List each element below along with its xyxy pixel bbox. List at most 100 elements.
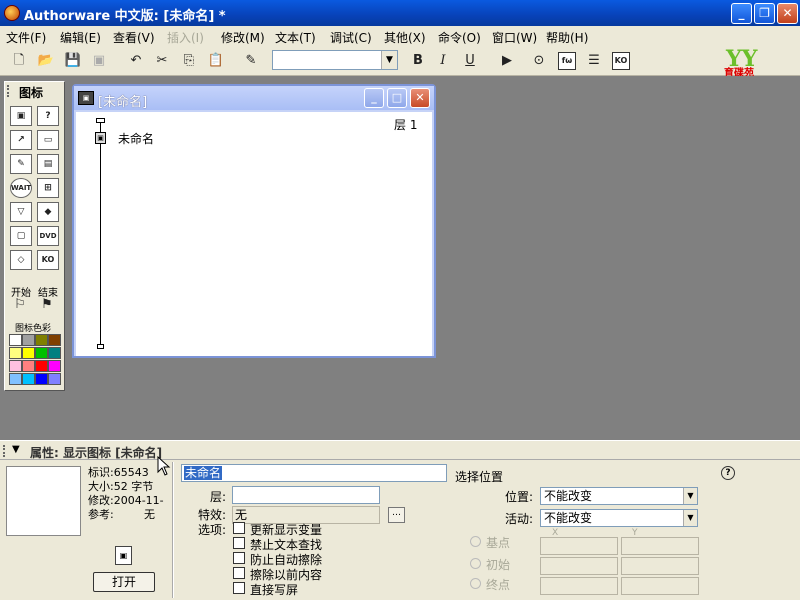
erase-previous-checkbox[interactable] <box>233 567 245 579</box>
flowline[interactable] <box>100 122 101 348</box>
end-y-input[interactable] <box>621 577 699 595</box>
menu-commands[interactable]: 命令(O) <box>438 29 481 46</box>
bold-button[interactable]: B <box>409 52 427 70</box>
menu-edit[interactable]: 编辑(E) <box>60 29 101 46</box>
menu-view[interactable]: 查看(V) <box>113 29 155 46</box>
color-swatch[interactable] <box>9 360 22 372</box>
flowline-maximize-button[interactable]: □ <box>387 88 407 108</box>
color-swatch[interactable] <box>22 334 35 346</box>
layer-input[interactable] <box>232 486 380 504</box>
variables-icon[interactable]: ☰ <box>585 52 603 70</box>
flowline-close-button[interactable]: ✕ <box>410 88 430 108</box>
color-swatch[interactable] <box>48 360 61 372</box>
chevron-down-icon[interactable]: ▼ <box>683 488 697 504</box>
color-swatch[interactable] <box>48 373 61 385</box>
color-swatch[interactable] <box>48 347 61 359</box>
color-swatch[interactable] <box>9 334 22 346</box>
palette-title-bar[interactable]: 图标 <box>5 82 64 100</box>
close-button[interactable]: ✕ <box>777 3 798 24</box>
color-swatch[interactable] <box>35 347 48 359</box>
menu-insert[interactable]: 插入(I) <box>167 29 204 46</box>
collapse-triangle-icon[interactable]: ▼ <box>12 444 20 455</box>
color-swatch[interactable] <box>9 373 22 385</box>
active-select[interactable]: 不能改变 ▼ <box>540 509 698 527</box>
underline-button[interactable]: U <box>461 52 479 70</box>
color-swatch[interactable] <box>35 334 48 346</box>
navigate-icon[interactable]: ✎ <box>10 154 32 174</box>
initial-y-input[interactable] <box>621 557 699 575</box>
help-icon[interactable]: ? <box>721 466 735 480</box>
color-swatch[interactable] <box>35 360 48 372</box>
color-swatch[interactable] <box>22 360 35 372</box>
dvd-icon[interactable]: DVD <box>37 226 59 246</box>
functions-button[interactable]: fω <box>558 52 576 70</box>
run-icon[interactable]: ▶ <box>498 52 516 70</box>
restore-button[interactable]: ❐ <box>754 3 775 24</box>
calculation-icon[interactable]: ◆ <box>37 202 59 222</box>
direct-to-screen-checkbox[interactable] <box>233 582 245 594</box>
copy-icon[interactable]: ⎘ <box>180 52 198 70</box>
interaction-icon[interactable]: ⊞ <box>37 178 59 198</box>
base-x-input[interactable] <box>540 537 618 555</box>
import-icon[interactable]: ▣ <box>90 52 108 70</box>
properties-title-bar[interactable]: ▼ 属性: 显示图标 [未命名] <box>0 440 800 460</box>
menu-help[interactable]: 帮助(H) <box>546 29 588 46</box>
start-flag-icon[interactable]: ⚐ <box>11 296 29 314</box>
base-radio[interactable] <box>470 536 481 547</box>
end-x-input[interactable] <box>540 577 618 595</box>
control-panel-icon[interactable]: ⊙ <box>530 52 548 70</box>
decision-icon[interactable]: ▽ <box>10 202 32 222</box>
flowline-canvas[interactable]: ▣ 未命名 层 1 <box>76 112 432 356</box>
italic-button[interactable]: I <box>434 52 452 70</box>
chevron-down-icon[interactable]: ▼ <box>683 510 697 526</box>
end-flag-icon[interactable]: ⚑ <box>38 296 56 314</box>
display-icon[interactable]: ▣ <box>10 106 32 126</box>
end-radio[interactable] <box>470 578 481 589</box>
ko-icon[interactable]: KO <box>37 250 59 270</box>
prevent-auto-erase-checkbox[interactable] <box>233 552 245 564</box>
position-select[interactable]: 不能改变 ▼ <box>540 487 698 505</box>
font-combo[interactable]: ▼ <box>272 50 398 70</box>
motion-icon[interactable]: ? <box>37 106 59 126</box>
undo-icon[interactable]: ↶ <box>127 52 145 70</box>
framework-icon[interactable]: ▤ <box>37 154 59 174</box>
minimize-button[interactable]: _ <box>731 3 752 24</box>
wait-icon[interactable]: ▭ <box>37 130 59 150</box>
new-file-icon[interactable]: 🗋 <box>10 52 28 70</box>
initial-radio[interactable] <box>470 558 481 569</box>
menu-text[interactable]: 文本(T) <box>275 29 316 46</box>
flowline-minimize-button[interactable]: _ <box>364 88 384 108</box>
grip-handle-icon[interactable] <box>3 445 8 457</box>
menu-window[interactable]: 窗口(W) <box>492 29 537 46</box>
open-button[interactable]: 打开 <box>93 572 155 592</box>
color-swatch[interactable] <box>48 334 61 346</box>
find-icon[interactable]: ✎ <box>242 52 260 70</box>
flow-icon-label[interactable]: 未命名 <box>118 130 154 147</box>
prevent-text-search-checkbox[interactable] <box>233 537 245 549</box>
wait-button-icon[interactable]: WAIT <box>10 178 32 198</box>
chevron-down-icon[interactable]: ▼ <box>381 51 397 69</box>
cut-icon[interactable]: ✂ <box>153 52 171 70</box>
flow-display-icon[interactable]: ▣ <box>95 132 106 144</box>
flowline-window-icon[interactable]: ▣ <box>78 91 94 105</box>
paste-icon[interactable]: 📋 <box>207 52 225 70</box>
map-icon[interactable]: ▢ <box>10 226 32 246</box>
color-swatch[interactable] <box>22 347 35 359</box>
save-all-icon[interactable]: 💾 <box>64 52 82 70</box>
grip-handle-icon[interactable] <box>7 85 13 97</box>
base-y-input[interactable] <box>621 537 699 555</box>
initial-x-input[interactable] <box>540 557 618 575</box>
menu-modify[interactable]: 修改(M) <box>221 29 265 46</box>
authorware-app-icon[interactable] <box>4 5 20 21</box>
open-folder-icon[interactable]: 📂 <box>37 52 55 70</box>
menu-xtras[interactable]: 其他(X) <box>384 29 426 46</box>
effect-browse-button[interactable]: … <box>388 507 405 523</box>
update-variables-checkbox[interactable] <box>233 522 245 534</box>
menu-debug[interactable]: 调试(C) <box>330 29 372 46</box>
knowledge-objects-button[interactable]: KO <box>612 52 630 70</box>
color-swatch[interactable] <box>22 373 35 385</box>
color-swatch[interactable] <box>9 347 22 359</box>
erase-icon[interactable]: ↗ <box>10 130 32 150</box>
flowline-title-bar[interactable]: ▣ [未命名] _ □ ✕ <box>74 86 434 110</box>
menu-file[interactable]: 文件(F) <box>6 29 46 46</box>
